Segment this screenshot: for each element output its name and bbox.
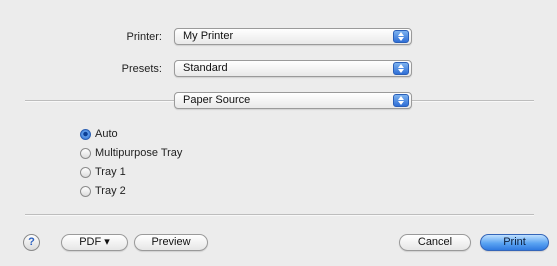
help-button[interactable]: ?: [23, 234, 40, 251]
preview-button[interactable]: Preview: [134, 234, 208, 251]
presets-popup[interactable]: Standard: [174, 60, 412, 77]
radio-unselected-icon: [80, 167, 91, 178]
radio-multipurpose-tray-label: Multipurpose Tray: [95, 147, 183, 159]
printer-value: My Printer: [183, 30, 234, 42]
printer-label: Printer:: [126, 31, 162, 43]
print-button[interactable]: Print: [480, 234, 549, 251]
presets-value: Standard: [183, 62, 228, 74]
printer-popup[interactable]: My Printer: [174, 28, 412, 45]
pdf-button[interactable]: PDF ▾: [61, 234, 128, 251]
radio-unselected-icon: [80, 186, 91, 197]
presets-label: Presets:: [121, 63, 162, 75]
pane-popup[interactable]: Paper Source: [174, 92, 412, 109]
radio-tray-1-label: Tray 1: [95, 166, 126, 178]
pane-value: Paper Source: [183, 94, 251, 106]
popup-arrows-icon: [393, 94, 409, 107]
separator-left: [25, 100, 174, 102]
bottom-separator: [25, 214, 534, 216]
radio-unselected-icon: [80, 148, 91, 159]
separator-right: [412, 100, 534, 102]
radio-selected-icon: [80, 129, 91, 140]
cancel-button[interactable]: Cancel: [399, 234, 471, 251]
radio-tray-2-label: Tray 2: [95, 185, 126, 197]
popup-arrows-icon: [393, 62, 409, 75]
popup-arrows-icon: [393, 30, 409, 43]
radio-auto-label: Auto: [95, 128, 118, 140]
